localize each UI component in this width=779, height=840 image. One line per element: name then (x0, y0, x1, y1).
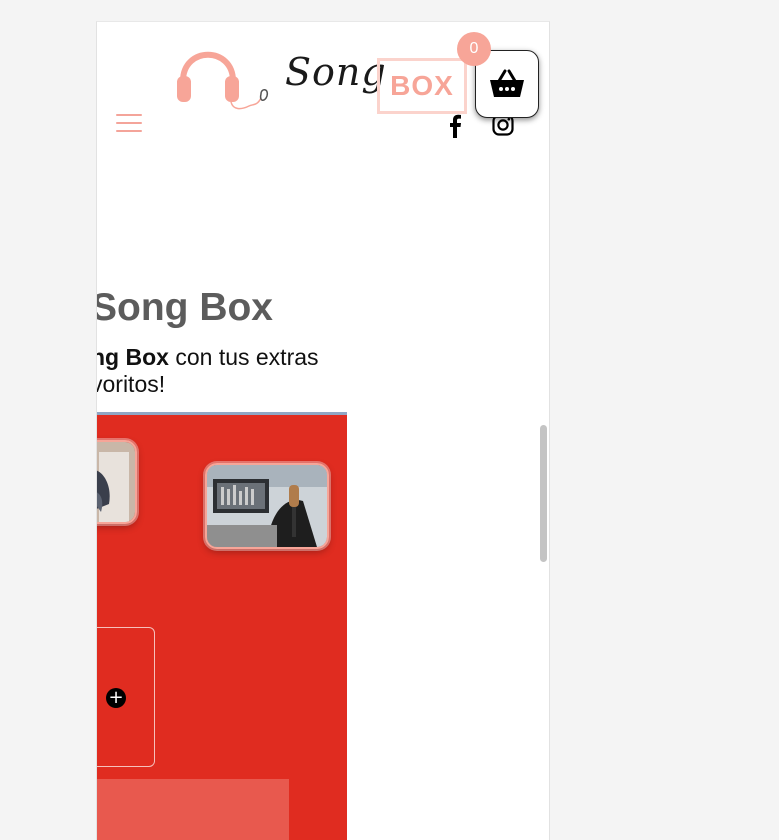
hero-photo-studio (205, 463, 329, 549)
collapsed-card[interactable]: + (97, 627, 155, 767)
facebook-icon[interactable] (445, 114, 465, 138)
cart-count-badge: 0 (457, 32, 491, 66)
logo-box-text: BOX (377, 58, 467, 114)
hero-photo-person (97, 440, 137, 524)
basket-icon (490, 69, 524, 97)
page-viewport: Song BOX 0 Song Box ng Box con tus extra… (96, 21, 550, 840)
hero-red-panel: + (97, 412, 347, 840)
plus-icon[interactable]: + (106, 688, 126, 708)
site-logo[interactable]: Song BOX (175, 36, 475, 126)
hero-headline: Song Box (96, 286, 273, 329)
scrollbar-thumb[interactable] (540, 425, 547, 562)
hamburger-menu-icon[interactable] (116, 114, 142, 134)
faded-block (97, 779, 289, 840)
headphones-icon (177, 51, 269, 110)
hero-subtitle: ng Box con tus extras voritos! (96, 344, 371, 398)
subtitle-bold-text: ng Box (96, 344, 169, 370)
subtitle-line1-text: con tus extras (168, 344, 319, 370)
logo-script-text: Song (285, 50, 387, 94)
subtitle-line2-text: voritos! (96, 371, 166, 397)
